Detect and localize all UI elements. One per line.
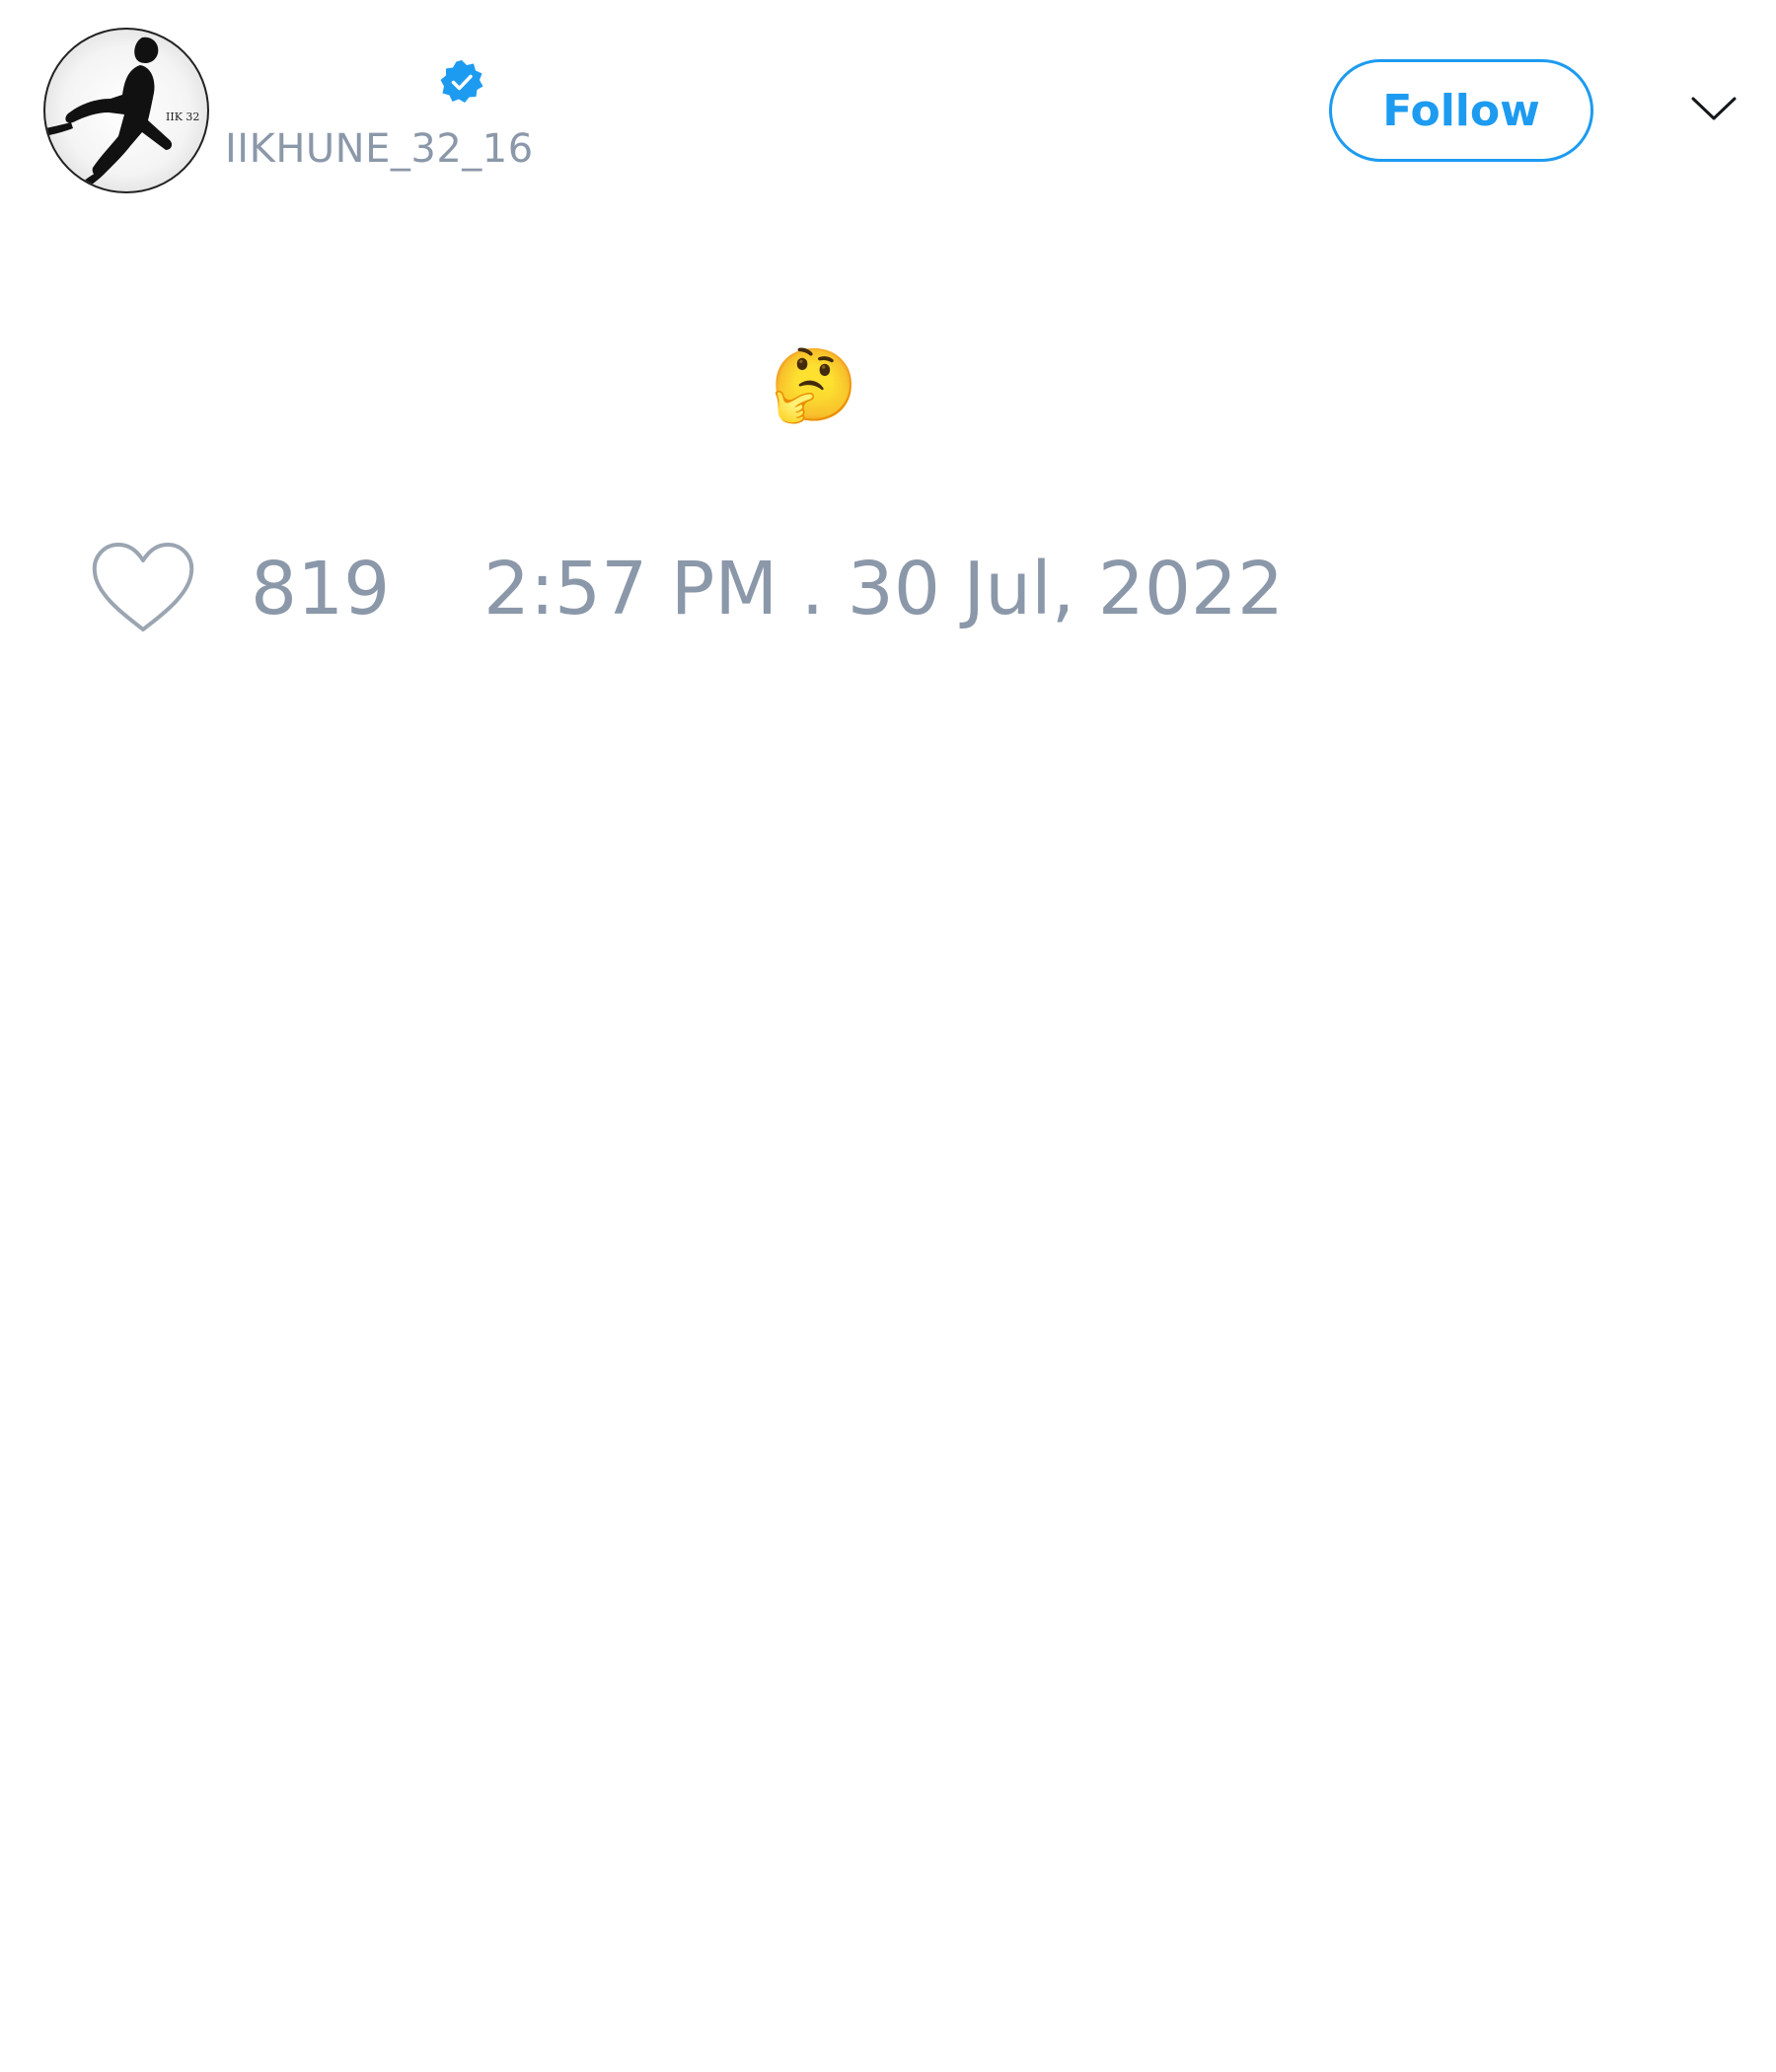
avatar-silhouette: IIK 32: [45, 37, 199, 190]
avatar[interactable]: IIK 32: [43, 28, 209, 193]
like-count[interactable]: 819: [251, 547, 390, 631]
avatar-badge-text: IIK 32: [166, 111, 199, 123]
follow-button[interactable]: Follow: [1329, 59, 1593, 162]
user-handle[interactable]: IIKHUNE_32_16: [225, 126, 534, 172]
chevron-down-icon[interactable]: [1689, 91, 1739, 126]
tweet-card: IIK 32 IIKHUNE_32_16 Follow 🤔 819 2:57 P…: [0, 0, 1776, 2072]
heart-icon[interactable]: [89, 541, 197, 635]
tweet-text: 🤔: [770, 343, 858, 426]
verified-badge-icon: [438, 58, 485, 106]
tweet-timestamp[interactable]: 2:57 PM . 30 Jul, 2022: [483, 547, 1284, 631]
name-row: [225, 55, 485, 109]
